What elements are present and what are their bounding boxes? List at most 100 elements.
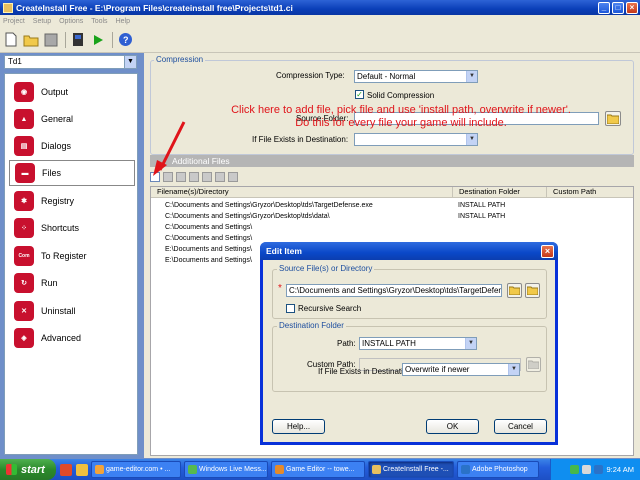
annotation-text: Click here to add file, pick file and us… [191,104,611,130]
ok-button[interactable]: OK [426,419,479,434]
sidebar-item-files[interactable]: ▬ Files [9,160,135,186]
run-play-icon[interactable] [90,32,106,48]
browse-custom-path-button[interactable] [526,357,541,372]
folder-icon [528,360,539,369]
sidebar-item-output[interactable]: ◉ Output [9,79,135,105]
paste-icon[interactable] [189,172,199,182]
cancel-button[interactable]: Cancel [494,419,547,434]
minimize-button[interactable]: _ [598,1,610,14]
annotation-arrow-icon [153,121,186,176]
additional-files-header: Additional Files [150,155,634,167]
cell-filename: C:\Documents and Settings\Gryzor\Desktop… [165,213,330,220]
required-marker: * [278,283,282,294]
dialog-title-bar[interactable]: Edit Item × [260,242,558,260]
tray-volume-icon[interactable] [582,465,592,474]
system-tray: 9:24 AM [550,459,640,480]
project-select[interactable]: Td1 ▼ [4,55,137,69]
maximize-button[interactable]: □ [612,1,624,14]
compression-type-select[interactable]: Default - Normal ▼ [354,70,478,83]
chevron-down-icon[interactable]: ▼ [124,56,136,68]
column-header-custom-path[interactable]: Custom Path [547,187,633,198]
tray-network-icon[interactable] [594,465,604,474]
sidebar-item-shortcuts[interactable]: ⁘ Shortcuts [9,215,135,241]
compression-legend: Compression [154,55,206,64]
cell-filename: C:\Documents and Settings\Gryzor\Desktop… [165,202,373,209]
menu-project[interactable]: Project [3,18,25,25]
chevron-down-icon[interactable]: ▼ [465,338,476,349]
open-folder-icon[interactable] [23,32,39,48]
tray-messenger-icon[interactable] [570,465,580,474]
browse-file-button[interactable] [507,283,522,298]
taskbar-item-createinstall[interactable]: CreateInstall Free -... [368,461,454,478]
path-value: INSTALL PATH [362,339,416,348]
sidebar-item-label: General [41,114,74,124]
dialogs-icon: ▤ [14,136,34,156]
delete-icon[interactable] [215,172,225,182]
help-icon[interactable]: ? [117,32,133,48]
dialog-close-button[interactable]: × [541,245,554,258]
task-label: CreateInstall Free -... [383,466,449,473]
taskbar-item-photoshop[interactable]: Adobe Photoshop [457,461,539,478]
registry-icon: ✱ [14,191,34,211]
column-header-filename[interactable]: Filename(s)/Directory [151,187,453,198]
sidebar-item-registry[interactable]: ✱ Registry [9,188,135,214]
uninstall-icon: ✕ [14,301,34,321]
sidebar-item-uninstall[interactable]: ✕ Uninstall [9,298,135,324]
build-icon[interactable] [70,32,86,48]
task-label: Windows Live Mess... [199,466,267,473]
taskbar-item-messenger[interactable]: Windows Live Mess... [184,461,268,478]
sidebar-item-label: Files [42,168,62,178]
if-exists-select[interactable]: ▼ [354,133,478,146]
help-button[interactable]: Help... [272,419,325,434]
cell-filename: C:\Documents and Settings\ [165,235,253,242]
source-path-input[interactable]: C:\Documents and Settings\Gryzor\Desktop… [286,284,502,297]
start-button[interactable]: start [0,459,56,480]
save-icon[interactable] [43,32,59,48]
output-icon: ◉ [14,82,34,102]
column-header-destination[interactable]: Destination Folder [453,187,547,198]
solid-compression-checkbox[interactable]: ✓ [355,90,364,99]
menu-help[interactable]: Help [116,18,130,25]
if-exists-dialog-select[interactable]: Overwrite if newer ▼ [402,363,520,376]
solid-compression-label: Solid Compression [367,91,435,100]
cell-destination: INSTALL PATH [458,213,506,220]
chevron-down-icon[interactable]: ▼ [466,71,477,82]
edit-icon[interactable] [202,172,212,182]
sidebar-item-general[interactable]: ▲ General [9,106,135,132]
start-label: start [21,463,45,476]
quicklaunch-explorer-icon[interactable] [76,463,88,476]
sidebar-item-label: Run [41,278,58,288]
menu-setup[interactable]: Setup [33,18,51,25]
menu-bar: Project Setup Options Tools Help [0,15,640,27]
menu-tools[interactable]: Tools [91,18,107,25]
quicklaunch-browser-icon[interactable] [60,463,72,476]
table-row[interactable]: C:\Documents and Settings\ [151,222,633,233]
taskbar-item-game-editor-site[interactable]: game-editor.com • ... [91,461,181,478]
files-icon: ▬ [15,163,35,183]
chevron-down-icon[interactable]: ▼ [466,134,477,145]
sidebar-item-advanced[interactable]: ◈ Advanced [9,325,135,351]
close-button[interactable]: × [626,1,638,14]
chevron-down-icon[interactable]: ▼ [508,364,519,375]
sidebar-item-label: Output [41,87,69,97]
path-select[interactable]: INSTALL PATH ▼ [359,337,477,350]
browse-directory-button[interactable] [525,283,540,298]
dialog-title: Edit Item [266,246,302,256]
if-exists-dialog-label: If File Exists in Destination [318,367,412,376]
clear-icon[interactable] [228,172,238,182]
advanced-icon: ◈ [14,328,34,348]
compression-type-label: Compression Type: [276,71,345,80]
recursive-search-label: Recursive Search [298,304,362,313]
recursive-search-checkbox[interactable] [286,304,295,313]
table-row[interactable]: C:\Documents and Settings\Gryzor\Desktop… [151,211,633,222]
table-row[interactable]: C:\Documents and Settings\Gryzor\Desktop… [151,200,633,211]
sidebar-item-dialogs[interactable]: ▤ Dialogs [9,133,135,159]
menu-options[interactable]: Options [59,18,83,25]
window-title: CreateInstall Free - E:\Program Files\cr… [16,2,293,13]
sidebar-item-to-register[interactable]: Com To Register [9,243,135,269]
new-file-icon[interactable] [3,32,19,48]
edit-item-dialog: Edit Item × Source File(s) or Directory … [260,242,558,445]
sidebar-item-run[interactable]: ↻ Run [9,270,135,296]
task-label: game-editor.com • ... [106,466,171,473]
taskbar-item-game-editor[interactable]: Game Editor -- towe... [271,461,365,478]
